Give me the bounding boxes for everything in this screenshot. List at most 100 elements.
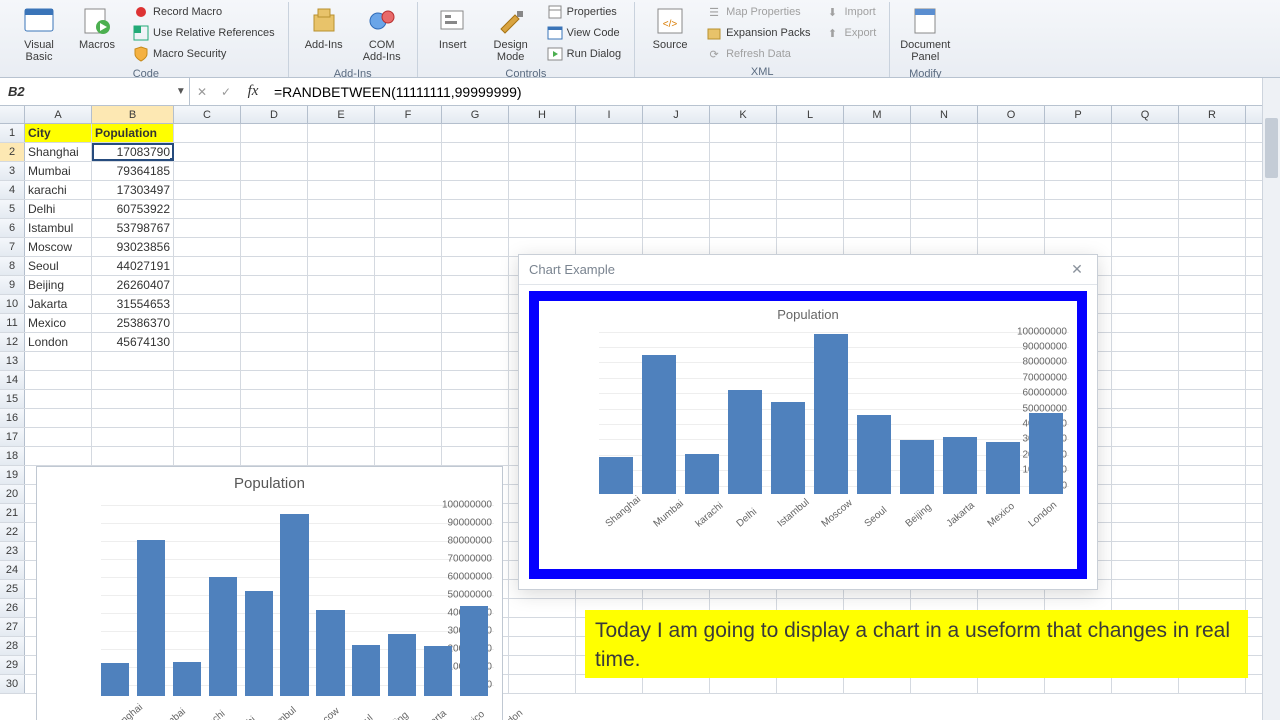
- spreadsheet-grid[interactable]: ABCDEFGHIJKLMNOPQR 1CityPopulation2Shang…: [0, 106, 1262, 720]
- cell[interactable]: [92, 409, 174, 427]
- row-header[interactable]: 27: [0, 618, 25, 636]
- cell[interactable]: [1179, 409, 1246, 427]
- cell[interactable]: [509, 200, 576, 218]
- cell[interactable]: [1112, 447, 1179, 465]
- cell[interactable]: [1112, 504, 1179, 522]
- cell[interactable]: [1112, 428, 1179, 446]
- cell[interactable]: [442, 390, 509, 408]
- cell[interactable]: [308, 200, 375, 218]
- column-header-P[interactable]: P: [1045, 106, 1112, 123]
- cell[interactable]: 31554653: [92, 295, 174, 313]
- cell[interactable]: [1112, 219, 1179, 237]
- cell[interactable]: [375, 124, 442, 142]
- cell[interactable]: 53798767: [92, 219, 174, 237]
- cell[interactable]: [710, 200, 777, 218]
- use-relative-refs-button[interactable]: Use Relative References: [128, 23, 280, 43]
- cell[interactable]: [1112, 295, 1179, 313]
- column-header-A[interactable]: A: [25, 106, 92, 123]
- visual-basic-button[interactable]: Visual Basic: [12, 2, 66, 66]
- cell[interactable]: [25, 409, 92, 427]
- cell[interactable]: [1179, 238, 1246, 256]
- cell[interactable]: [911, 162, 978, 180]
- cell[interactable]: [1179, 504, 1246, 522]
- row-header[interactable]: 1: [0, 124, 25, 142]
- cell[interactable]: [911, 143, 978, 161]
- cell[interactable]: [174, 276, 241, 294]
- cell[interactable]: [509, 219, 576, 237]
- cell[interactable]: [241, 333, 308, 351]
- cell[interactable]: Shanghai: [25, 143, 92, 161]
- cell[interactable]: [1112, 124, 1179, 142]
- cell[interactable]: [777, 181, 844, 199]
- cell[interactable]: [442, 447, 509, 465]
- cell[interactable]: 45674130: [92, 333, 174, 351]
- cell[interactable]: Jakarta: [25, 295, 92, 313]
- cell[interactable]: [308, 390, 375, 408]
- cell[interactable]: [174, 314, 241, 332]
- cell[interactable]: [241, 143, 308, 161]
- cell[interactable]: [509, 143, 576, 161]
- cell[interactable]: [1112, 542, 1179, 560]
- cell[interactable]: [777, 200, 844, 218]
- cell[interactable]: Seoul: [25, 257, 92, 275]
- row-header[interactable]: 3: [0, 162, 25, 180]
- column-header-N[interactable]: N: [911, 106, 978, 123]
- cell[interactable]: [1112, 276, 1179, 294]
- cell[interactable]: Mumbai: [25, 162, 92, 180]
- cell[interactable]: [1112, 580, 1179, 598]
- cell[interactable]: [1179, 485, 1246, 503]
- column-header-O[interactable]: O: [978, 106, 1045, 123]
- cell[interactable]: [978, 219, 1045, 237]
- cell[interactable]: [241, 371, 308, 389]
- cell[interactable]: [174, 200, 241, 218]
- select-all-corner[interactable]: [0, 106, 25, 123]
- cell[interactable]: [174, 238, 241, 256]
- cell[interactable]: [1179, 276, 1246, 294]
- cell[interactable]: [911, 181, 978, 199]
- cell[interactable]: [375, 257, 442, 275]
- enter-formula-icon[interactable]: ✓: [214, 85, 238, 99]
- row-header[interactable]: 2: [0, 143, 25, 161]
- cell[interactable]: [1179, 143, 1246, 161]
- cell[interactable]: [308, 409, 375, 427]
- name-box-input[interactable]: [0, 84, 173, 99]
- cell[interactable]: [442, 219, 509, 237]
- name-box[interactable]: ▼: [0, 78, 190, 105]
- cell[interactable]: [241, 447, 308, 465]
- cell[interactable]: [643, 124, 710, 142]
- cell[interactable]: [174, 428, 241, 446]
- cell[interactable]: [1179, 466, 1246, 484]
- cell[interactable]: [1112, 352, 1179, 370]
- cell[interactable]: [442, 200, 509, 218]
- cell[interactable]: [308, 314, 375, 332]
- cell[interactable]: [1045, 181, 1112, 199]
- cell[interactable]: 17303497: [92, 181, 174, 199]
- cell[interactable]: [241, 428, 308, 446]
- row-header[interactable]: 11: [0, 314, 25, 332]
- row-header[interactable]: 8: [0, 257, 25, 275]
- cell[interactable]: [1179, 333, 1246, 351]
- scrollbar-thumb[interactable]: [1265, 118, 1278, 178]
- cell[interactable]: [509, 675, 576, 693]
- cell[interactable]: [25, 428, 92, 446]
- cell[interactable]: [25, 371, 92, 389]
- refresh-data-button[interactable]: ⟳Refresh Data: [701, 44, 815, 64]
- cell[interactable]: [442, 162, 509, 180]
- cell[interactable]: [1112, 466, 1179, 484]
- column-header-E[interactable]: E: [308, 106, 375, 123]
- cell[interactable]: [442, 333, 509, 351]
- cell[interactable]: [174, 447, 241, 465]
- column-header-B[interactable]: B: [92, 106, 174, 123]
- cell[interactable]: [643, 181, 710, 199]
- row-header[interactable]: 10: [0, 295, 25, 313]
- cell[interactable]: [844, 162, 911, 180]
- cell[interactable]: [1112, 561, 1179, 579]
- row-header[interactable]: 4: [0, 181, 25, 199]
- insert-control-button[interactable]: Insert: [426, 2, 480, 54]
- cell[interactable]: [509, 618, 576, 636]
- cell[interactable]: [978, 143, 1045, 161]
- view-code-button[interactable]: View Code: [542, 23, 626, 43]
- cell[interactable]: [174, 143, 241, 161]
- cell[interactable]: [375, 219, 442, 237]
- cell[interactable]: [174, 371, 241, 389]
